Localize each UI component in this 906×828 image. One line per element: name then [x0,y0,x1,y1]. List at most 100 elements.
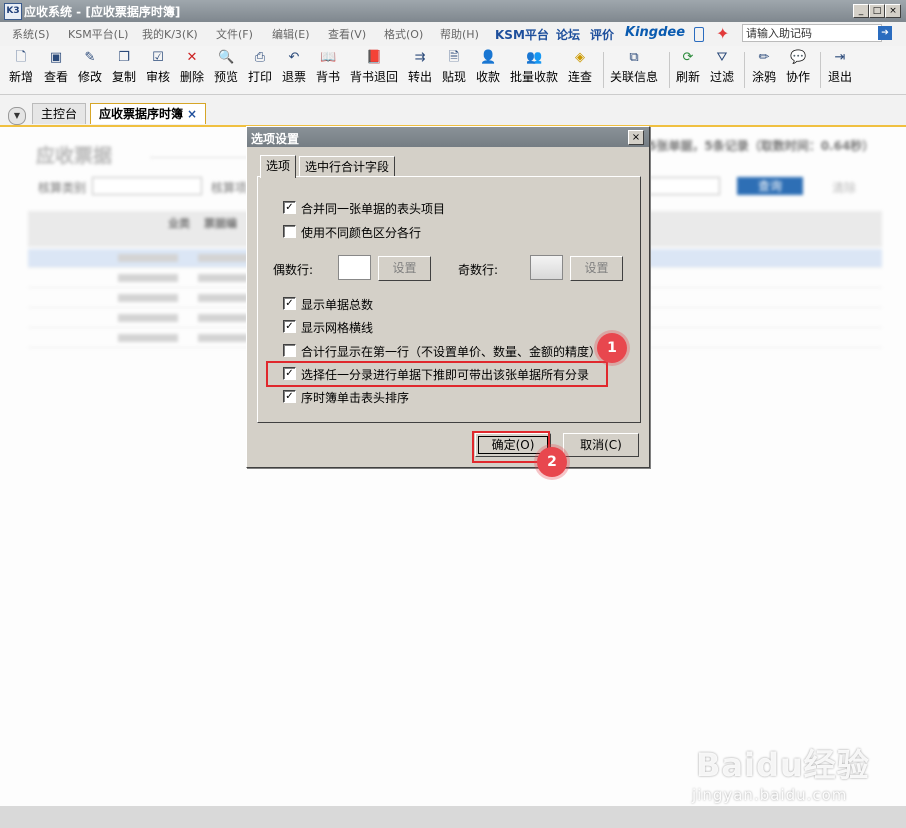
tab-list-dropdown-icon[interactable]: ▼ [8,107,26,125]
toolbar-separator [603,52,604,88]
checkbox[interactable] [283,344,296,357]
collab-icon: 💬 [790,50,807,65]
menu-format[interactable]: 格式(O) [384,26,423,42]
checkbox[interactable]: ✓ [283,320,296,333]
toolbar-batch-receive-button[interactable]: 👥 批量收款 [510,48,558,85]
tab-options[interactable]: 选项 [260,155,297,178]
column-header[interactable]: 票据编 [204,215,237,231]
status-bar [0,806,906,828]
cell-placeholder [118,294,178,302]
filter-value-input[interactable] [648,177,720,195]
minimize-button[interactable]: _ [853,4,869,18]
toolbar-new-button[interactable]: 🗋 新增 [9,48,33,85]
cell-placeholder [118,274,178,282]
related-info-icon: ⧉ [629,50,639,65]
accounting-category-input[interactable] [92,177,202,195]
toolbar-separator [669,52,670,88]
app-logo-icon: K3 [4,3,22,20]
search-go-icon[interactable]: ➔ [878,26,892,40]
cell-placeholder [198,274,248,282]
dialog-titlebar: 选项设置 × [247,127,649,147]
odd-row-set-button[interactable]: 设置 [570,256,623,281]
toolbar-endorse-return-button[interactable]: 📕 背书退回 [350,48,398,85]
step-badge-2: 2 [537,447,567,477]
record-count-info: 5张单据，5条记录（取数时间：0.64秒） [648,139,875,153]
clear-button[interactable]: 清除 [832,179,856,196]
menu-file[interactable]: 文件(F) [216,26,253,42]
star-logo-icon: ✦ [716,24,730,43]
phone-icon[interactable] [694,27,704,42]
menu-edit[interactable]: 编辑(E) [272,26,310,42]
close-tab-icon[interactable]: × [187,107,197,121]
toolbar-doodle-button[interactable]: ✏ 涂鸦 [752,48,776,85]
receive-icon: 👤 [480,50,497,65]
dialog-close-button[interactable]: × [628,130,644,145]
copy-icon: ❐ [118,50,130,65]
print-icon: ⎙ [254,50,266,65]
menu-ksm[interactable]: KSM平台(L) [68,26,128,42]
step-badge-1: 1 [597,333,627,363]
toolbar-filter-button[interactable]: ⛛ 过滤 [710,48,734,85]
toolbar-return-ticket-button[interactable]: ↶ 退票 [282,48,306,85]
tab-selected-row-sum-fields[interactable]: 选中行合计字段 [299,156,396,177]
link-forum[interactable]: 论坛 [556,26,580,43]
toolbar-endorse-button[interactable]: 📖 背书 [316,48,340,85]
window-title: 应收系统 - [应收票据序时簿] [24,5,181,19]
toolbar-exit-button[interactable]: ⇥ 退出 [828,48,852,85]
return-icon: ↶ [288,50,300,65]
refresh-icon: ⟳ [682,50,694,65]
toolbar-collab-button[interactable]: 💬 协作 [786,48,810,85]
link-evaluate[interactable]: 评价 [590,26,614,43]
tab-main-console[interactable]: 主控台 [32,103,87,124]
toolbar-refresh-button[interactable]: ⟳ 刷新 [676,48,700,85]
column-header[interactable]: 业类 [168,215,190,231]
checkbox[interactable]: ✓ [283,297,296,310]
delete-icon: ✕ [186,50,198,65]
cell-placeholder [198,314,248,322]
tab-receivable-bill-journal[interactable]: 应收票据序时簿 × [90,103,207,124]
toolbar-copy-button[interactable]: ❐ 复制 [112,48,136,85]
accounting-item-label: 核算项 [211,181,248,195]
close-window-button[interactable]: × [885,4,901,18]
maximize-button[interactable]: □ [869,4,885,18]
toolbar-edit-button[interactable]: ✎ 修改 [78,48,102,85]
cell-placeholder [198,254,248,262]
menu-help[interactable]: 帮助(H) [440,26,479,42]
mnemonic-search-input[interactable]: 请输入助记码 [742,24,882,42]
odd-row-label: 奇数行: [458,263,499,277]
query-button[interactable]: 查询 [737,177,803,195]
even-row-color-swatch [338,255,371,280]
toolbar-audit-button[interactable]: ☑ 审核 [146,48,170,85]
checkbox[interactable]: ✓ [283,201,296,214]
new-icon: 🗋 [15,50,27,65]
toolbar-related-info-button[interactable]: ⧉ 关联信息 [610,48,658,85]
view-icon: ▣ [49,50,63,65]
menu-my-k3[interactable]: 我的K/3(K) [142,26,198,42]
document-tab-bar: ▼ 主控台 应收票据序时簿 × [0,97,906,127]
toolbar-separator [744,52,745,88]
checkbox[interactable] [283,225,296,238]
even-row-set-button[interactable]: 设置 [378,256,431,281]
toolbar-transfer-button[interactable]: ⇉ 转出 [408,48,432,85]
discount-icon: 🗎 [448,50,460,65]
audit-icon: ☑ [152,50,164,65]
toolbar-discount-button[interactable]: 🗎 贴现 [442,48,466,85]
endorse-return-icon: 📕 [366,50,383,65]
link-query-icon: ◈ [575,50,585,65]
transfer-icon: ⇉ [414,50,426,65]
cell-placeholder [118,334,178,342]
toolbar-print-button[interactable]: ⎙ 打印 [248,48,272,85]
cancel-button[interactable]: 取消(C) [563,433,639,457]
toolbar-link-query-button[interactable]: ◈ 连查 [568,48,592,85]
even-row-label: 偶数行: [273,263,314,277]
menu-system[interactable]: 系统(S) [12,26,50,42]
main-toolbar: 🗋 新增 ▣ 查看 ✎ 修改 ❐ 复制 ☑ 审核 ✕ 删除 🔍 预览 ⎙ 打印 ↶ 退票 📖 背书 … [0,46,906,95]
toolbar-receive-button[interactable]: 👤 收款 [476,48,500,85]
page-title: 应收票据 [36,145,113,167]
toolbar-view-button[interactable]: ▣ 查看 [44,48,68,85]
checkbox[interactable]: ✓ [283,390,296,403]
toolbar-preview-button[interactable]: 🔍 预览 [214,48,238,85]
toolbar-delete-button[interactable]: ✕ 删除 [180,48,204,85]
link-ksm-platform[interactable]: KSM平台 [495,26,549,43]
menu-view[interactable]: 查看(V) [328,26,366,42]
